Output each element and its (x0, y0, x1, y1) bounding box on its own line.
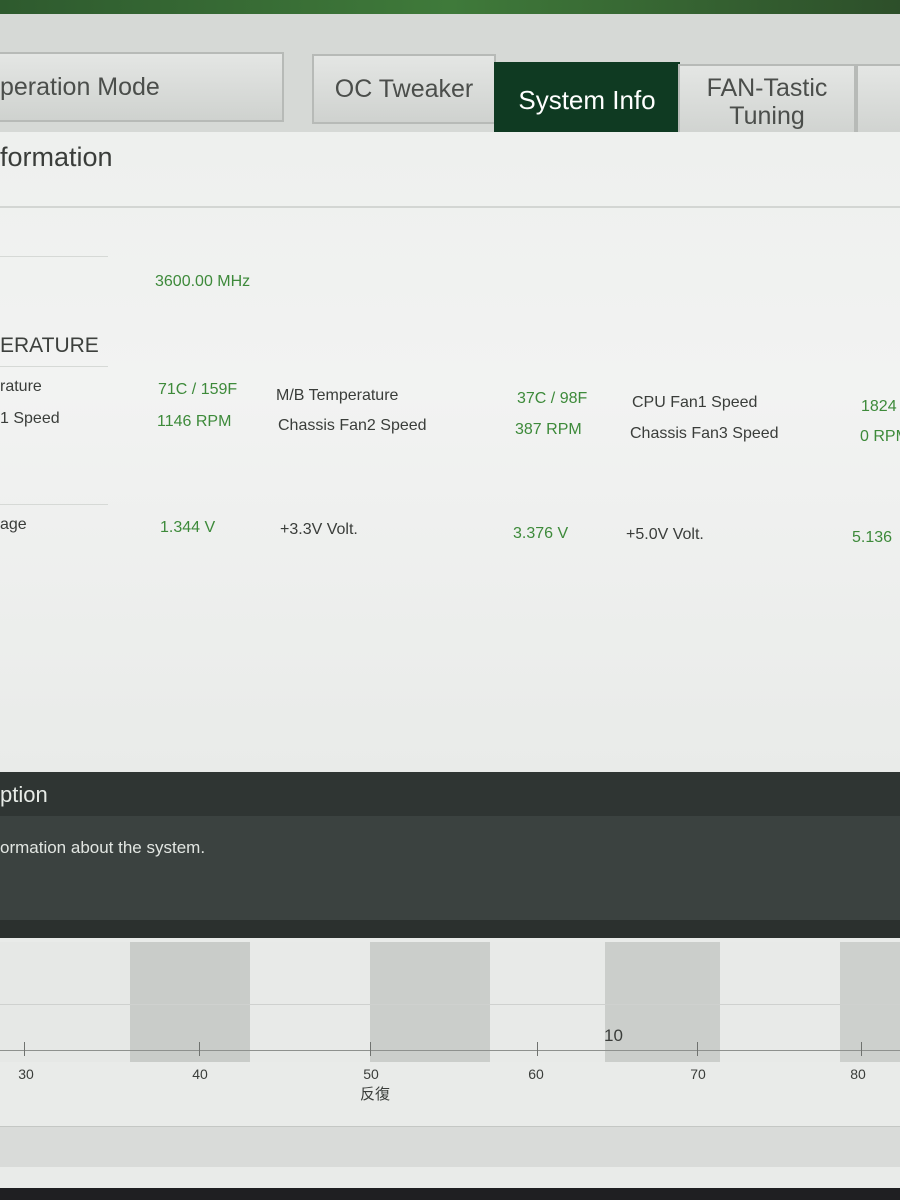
panel-title: formation (0, 142, 113, 172)
tab-operation-mode[interactable]: peration Mode (0, 52, 284, 122)
temperature-section-label: ERATURE (0, 334, 99, 357)
chart-band (370, 942, 490, 1062)
tab-oc-tweaker[interactable]: OC Tweaker (312, 54, 496, 124)
chart-band (0, 942, 130, 1062)
chart-annotation: 10 (604, 1026, 623, 1045)
chart-band (720, 942, 840, 1062)
chassis-fan3-speed-value: 0 RPM (860, 428, 900, 445)
chart-scrollbar[interactable] (0, 1126, 900, 1167)
chart-tick (697, 1042, 698, 1056)
cpu-voltage-label: age (0, 516, 27, 533)
description-body: ormation about the system. (0, 816, 900, 920)
cpu-voltage-value: 1.344 V (160, 519, 216, 536)
v50-voltage-value: 5.136 (852, 529, 893, 546)
chassis-fan3-speed-label: Chassis Fan3 Speed (630, 425, 779, 442)
chart-tick (861, 1042, 862, 1056)
chart-tick-label: 40 (192, 1066, 208, 1082)
chart-tick (24, 1042, 25, 1056)
v33-voltage-value: 3.376 V (513, 525, 569, 542)
description-text: ormation about the system. (0, 838, 206, 857)
system-info-panel: formation 3600.00 MHz ERATURE rature 71C… (0, 132, 900, 772)
chassis-fan2-speed-label: Chassis Fan2 Speed (278, 417, 427, 434)
chart-tick-label: 80 (850, 1066, 866, 1082)
description-header: ption (0, 772, 900, 816)
chart-axis-label: 反復 (360, 1086, 391, 1103)
section-divider (0, 366, 108, 367)
mb-temperature-label: M/B Temperature (276, 387, 399, 404)
cpu-fan1-speed-label: CPU Fan1 Speed (632, 394, 758, 411)
taskbar (0, 1188, 900, 1200)
chart-axis (0, 1050, 900, 1051)
tab-fan-tastic-tuning[interactable]: FAN-Tastic Tuning (678, 64, 856, 140)
chart-band (250, 942, 370, 1062)
chassis-fan2-speed-value: 387 RPM (515, 421, 582, 438)
chart-tick (537, 1042, 538, 1056)
cpu-frequency-value: 3600.00 MHz (155, 273, 251, 290)
chart-tick-label: 60 (528, 1066, 544, 1082)
section-divider (0, 256, 108, 257)
v33-voltage-label: +3.3V Volt. (280, 521, 358, 538)
chassis-fan1-speed-label: 1 Speed (0, 410, 60, 427)
chart-band (490, 942, 605, 1062)
background-chart: 30 40 50 60 70 80 10 反復 (0, 938, 900, 1200)
section-divider (0, 504, 108, 505)
cpu-temperature-value: 71C / 159F (158, 381, 238, 398)
chart-band (840, 942, 900, 1062)
title-divider (0, 206, 900, 208)
chart-gridline (0, 1004, 900, 1005)
chart-band (130, 942, 250, 1062)
description-title: ption (0, 782, 48, 807)
mb-temperature-value: 37C / 98F (517, 390, 588, 407)
top-accent-strip (0, 0, 900, 14)
cpu-temperature-label: rature (0, 378, 42, 395)
description-footer (0, 920, 900, 938)
tab-bar: peration Mode OC Tweaker System Info FAN… (0, 14, 900, 140)
tab-next[interactable] (856, 64, 900, 140)
chart-tick (199, 1042, 200, 1056)
chart-tick-label: 50 (363, 1066, 379, 1082)
chart-tick-label: 30 (18, 1066, 34, 1082)
v50-voltage-label: +5.0V Volt. (626, 526, 704, 543)
tab-system-info[interactable]: System Info (494, 62, 680, 138)
chart-tick (370, 1042, 371, 1056)
chassis-fan1-speed-value: 1146 RPM (157, 413, 232, 430)
chart-tick-label: 70 (690, 1066, 706, 1082)
cpu-fan1-speed-value: 1824 (861, 398, 897, 415)
